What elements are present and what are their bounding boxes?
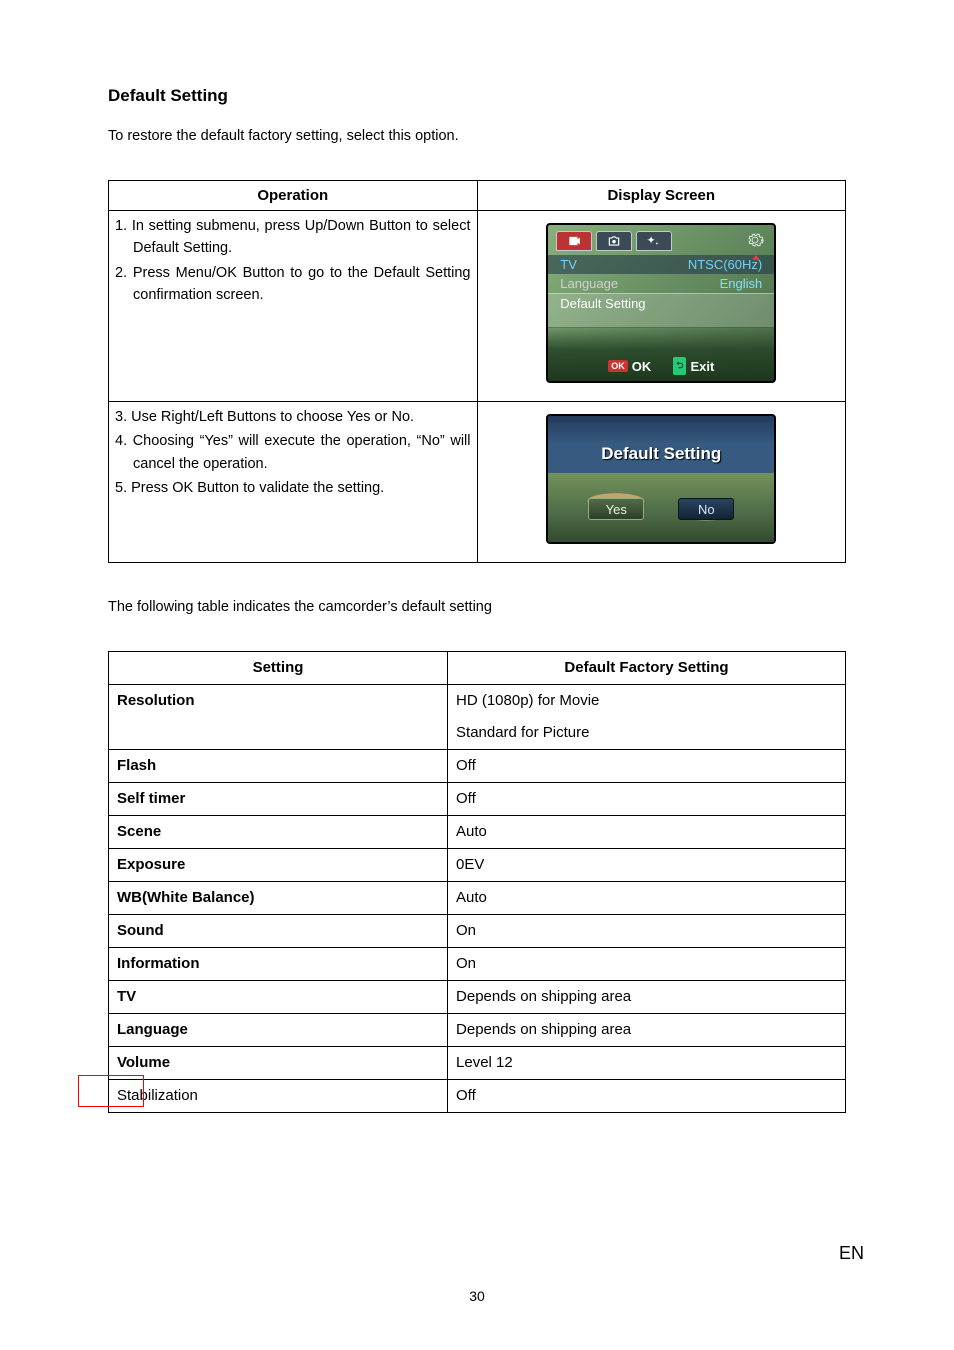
ok-hint: OK OK bbox=[608, 359, 651, 374]
setting-name-cell: WB(White Balance) bbox=[109, 882, 448, 915]
setting-name-cell: TV bbox=[109, 981, 448, 1014]
setting-name-cell: Self timer bbox=[109, 783, 448, 816]
setting-value-cell: 0EV bbox=[448, 849, 846, 882]
setting-value-cell: Off bbox=[448, 1080, 846, 1113]
setting-name-cell: Flash bbox=[109, 750, 448, 783]
menu-tv-value: NTSC(60Hz) bbox=[688, 257, 762, 272]
operation-steps-3-5: 3. Use Right/Left Buttons to choose Yes … bbox=[109, 402, 478, 563]
menu-row-tv: TV NTSC(60Hz) bbox=[548, 255, 774, 274]
ok-badge: OK bbox=[608, 360, 628, 372]
table-row: LanguageDepends on shipping area bbox=[109, 1014, 846, 1047]
confirm-title: Default Setting bbox=[548, 444, 774, 464]
table-row: Standard for Picture bbox=[109, 717, 846, 750]
table-row: VolumeLevel 12 bbox=[109, 1047, 846, 1080]
setting-name-cell: Information bbox=[109, 948, 448, 981]
setting-value-cell: Level 12 bbox=[448, 1047, 846, 1080]
table-row: TVDepends on shipping area bbox=[109, 981, 846, 1014]
up-arrow-indicator bbox=[752, 255, 760, 260]
table-row: WB(White Balance)Auto bbox=[109, 882, 846, 915]
exit-hint: ⮌ Exit bbox=[673, 357, 714, 375]
setting-value-cell: Off bbox=[448, 750, 846, 783]
menu-row-default-setting: Default Setting bbox=[548, 293, 774, 328]
setting-value-cell: Depends on shipping area bbox=[448, 1014, 846, 1047]
display-cell-1: TV NTSC(60Hz) Language English Default S… bbox=[477, 211, 846, 402]
table-row: SoundOn bbox=[109, 915, 846, 948]
setting-name-cell: Stabilization bbox=[109, 1080, 448, 1113]
menu-footer: OK OK ⮌ Exit bbox=[548, 357, 774, 375]
setting-value-cell: Standard for Picture bbox=[448, 717, 846, 750]
menu-row-language: Language English bbox=[548, 274, 774, 293]
defaults-header-value: Default Factory Setting bbox=[448, 652, 846, 685]
confirm-screenshot: Default Setting Yes No bbox=[546, 414, 776, 544]
setting-name-cell: Language bbox=[109, 1014, 448, 1047]
table-row: InformationOn bbox=[109, 948, 846, 981]
menu-tv-label: TV bbox=[560, 257, 577, 272]
setting-name-cell: Scene bbox=[109, 816, 448, 849]
defaults-header-setting: Setting bbox=[109, 652, 448, 685]
operation-steps-1-2: 1. In setting submenu, press Up/Down But… bbox=[109, 211, 478, 402]
setting-name-cell: Resolution bbox=[109, 685, 448, 718]
operation-table: Operation Display Screen 1. In setting s… bbox=[108, 180, 846, 563]
setting-value-cell: On bbox=[448, 948, 846, 981]
defaults-table: Setting Default Factory Setting Resoluti… bbox=[108, 651, 846, 1113]
display-header: Display Screen bbox=[477, 181, 846, 211]
op-step-2: 2. Press Menu/OK Button to go to the Def… bbox=[115, 262, 471, 307]
table-row: SceneAuto bbox=[109, 816, 846, 849]
page-number: 30 bbox=[0, 1288, 954, 1304]
op-step-4: 4. Choosing “Yes” will execute the opera… bbox=[115, 430, 471, 475]
display-cell-2: Default Setting Yes No bbox=[477, 402, 846, 563]
menu-language-label: Language bbox=[560, 276, 618, 291]
setting-value-cell: On bbox=[448, 915, 846, 948]
tab-bar bbox=[548, 225, 774, 255]
setting-name-cell bbox=[109, 717, 448, 750]
menu-screenshot: TV NTSC(60Hz) Language English Default S… bbox=[546, 223, 776, 383]
setting-name-cell: Exposure bbox=[109, 849, 448, 882]
setting-value-cell: Depends on shipping area bbox=[448, 981, 846, 1014]
operation-header: Operation bbox=[109, 181, 478, 211]
op-step-3: 3. Use Right/Left Buttons to choose Yes … bbox=[115, 406, 471, 428]
table-row: StabilizationOff bbox=[109, 1080, 846, 1113]
defaults-intro: The following table indicates the camcor… bbox=[108, 599, 846, 615]
page: Default Setting To restore the default f… bbox=[0, 0, 954, 1350]
menu-language-value: English bbox=[720, 276, 763, 291]
setting-value-cell: HD (1080p) for Movie bbox=[448, 685, 846, 718]
table-row: ResolutionHD (1080p) for Movie bbox=[109, 685, 846, 718]
setting-value-cell: Auto bbox=[448, 882, 846, 915]
setting-value-cell: Auto bbox=[448, 816, 846, 849]
language-code: EN bbox=[839, 1243, 864, 1264]
section-title: Default Setting bbox=[108, 86, 846, 106]
camera-tab-icon bbox=[596, 231, 632, 251]
table-row: FlashOff bbox=[109, 750, 846, 783]
effect-tab-icon bbox=[636, 231, 672, 251]
intro-text: To restore the default factory setting, … bbox=[108, 128, 846, 144]
op-step-1: 1. In setting submenu, press Up/Down But… bbox=[115, 215, 471, 260]
setting-value-cell: Off bbox=[448, 783, 846, 816]
exit-icon: ⮌ bbox=[673, 357, 686, 375]
setting-name-cell: Sound bbox=[109, 915, 448, 948]
gear-icon bbox=[746, 231, 764, 252]
confirm-buttons: Yes No bbox=[548, 498, 774, 520]
yes-button: Yes bbox=[588, 498, 644, 520]
movie-tab-icon bbox=[556, 231, 592, 251]
table-row: Exposure0EV bbox=[109, 849, 846, 882]
op-step-5: 5. Press OK Button to validate the setti… bbox=[115, 477, 471, 499]
no-button: No bbox=[678, 498, 734, 520]
table-row: Self timerOff bbox=[109, 783, 846, 816]
setting-name-cell: Volume bbox=[109, 1047, 448, 1080]
